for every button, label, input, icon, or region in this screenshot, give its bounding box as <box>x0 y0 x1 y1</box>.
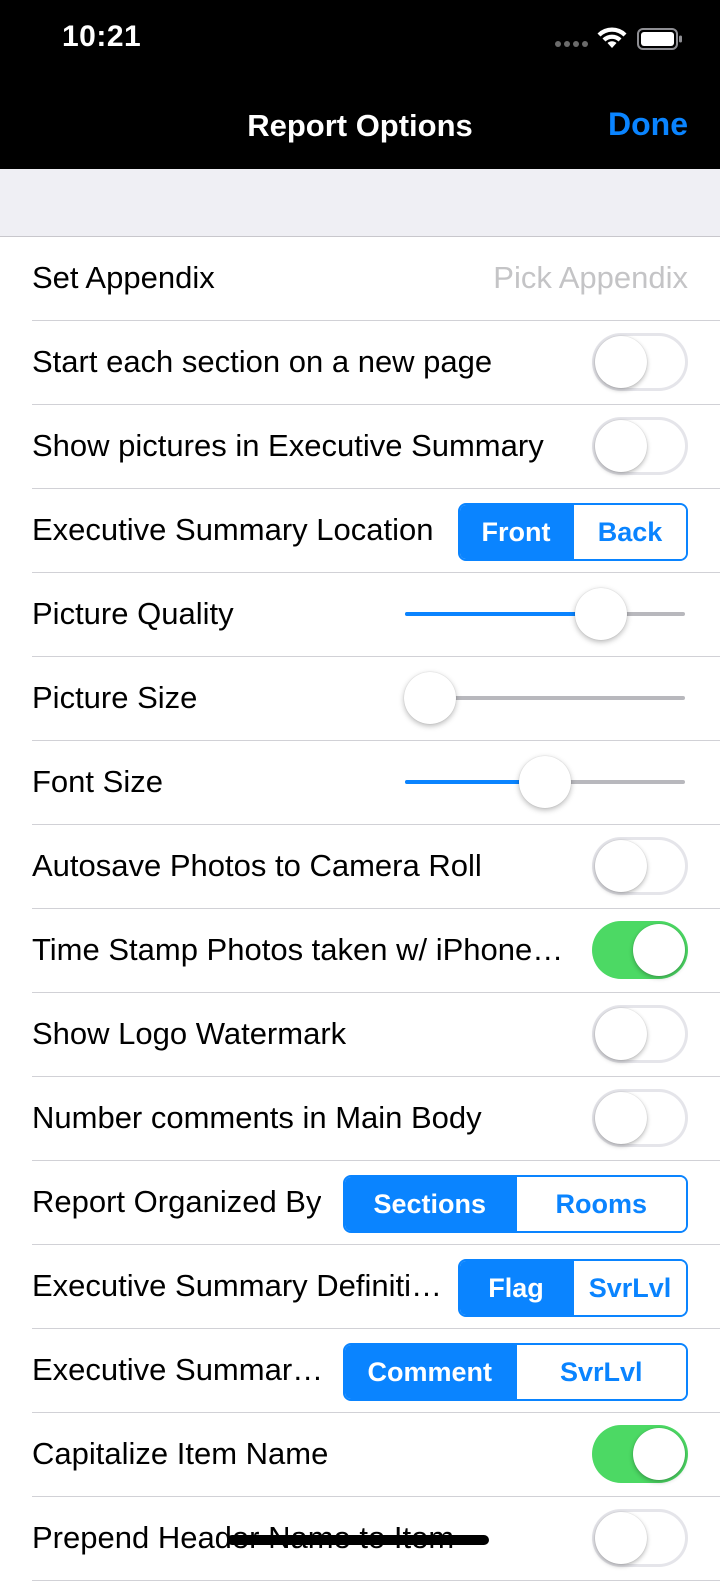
navigation-bar: Report Options Done <box>0 80 720 169</box>
option-label: Executive Summary Definiti… <box>32 1268 443 1303</box>
status-time: 10:21 <box>62 20 142 53</box>
toggle-knob <box>595 336 647 388</box>
appendix-value: Pick Appendix <box>493 260 688 295</box>
picture-size-slider[interactable] <box>404 672 685 724</box>
battery-icon <box>637 28 682 50</box>
option-row-exec-summary-definition: Executive Summary Definiti… Flag SvrLvl <box>0 1245 720 1329</box>
option-row-picture-quality: Picture Quality <box>0 573 720 657</box>
option-row-time-stamp-photos: Time Stamp Photos taken w/ iPhone… <box>0 909 720 993</box>
slider-thumb[interactable] <box>519 756 571 808</box>
option-label: Capitalize Item Name <box>32 1436 329 1471</box>
home-indicator <box>227 1535 489 1545</box>
capitalize-item-name-toggle[interactable] <box>592 1425 688 1483</box>
section-spacer <box>0 169 720 237</box>
toggle-knob <box>633 1428 685 1480</box>
option-label: Set Appendix <box>32 260 215 295</box>
option-row-exec-summary-location: Executive Summary Location Front Back <box>0 489 720 573</box>
autosave-camera-roll-toggle[interactable] <box>592 837 688 895</box>
option-label: Report Organized By <box>32 1184 322 1219</box>
toggle-knob <box>595 1008 647 1060</box>
option-label: Show Logo Watermark <box>32 1016 347 1051</box>
option-row-autosave-camera-roll: Autosave Photos to Camera Roll <box>0 825 720 909</box>
option-row-show-pictures-exec-summary: Show pictures in Executive Summary <box>0 405 720 489</box>
option-label: Executive Summary Location <box>32 512 434 547</box>
option-row-number-comments-main-body: Number comments in Main Body <box>0 1077 720 1161</box>
segment-svrlvl[interactable]: SvrLvl <box>572 1261 686 1315</box>
option-label: Time Stamp Photos taken w/ iPhone… <box>32 932 564 967</box>
option-label: Picture Size <box>32 680 198 715</box>
option-label: Autosave Photos to Camera Roll <box>32 848 482 883</box>
option-label: Picture Quality <box>32 596 234 631</box>
option-row-set-appendix[interactable]: Set Appendix Pick Appendix <box>0 237 720 321</box>
option-row-start-section-new-page: Start each section on a new page <box>0 321 720 405</box>
option-row-exec-summary-other: Executive Summar… Comment SvrLvl <box>0 1329 720 1413</box>
option-row-picture-size: Picture Size <box>0 657 720 741</box>
option-row-font-size: Font Size <box>0 741 720 825</box>
option-label: Executive Summar… <box>32 1352 324 1387</box>
option-label: Show pictures in Executive Summary <box>32 428 544 463</box>
exec-summary-definition-segmented-control: Flag SvrLvl <box>458 1259 688 1317</box>
status-bar: 10:21 <box>0 0 720 80</box>
picture-quality-slider[interactable] <box>405 588 685 640</box>
segment-comment[interactable]: Comment <box>345 1345 515 1399</box>
segment-flag[interactable]: Flag <box>460 1261 572 1315</box>
segment-svrlvl[interactable]: SvrLvl <box>514 1345 686 1399</box>
toggle-knob <box>595 420 647 472</box>
option-label: Number comments in Main Body <box>32 1100 482 1135</box>
font-size-slider[interactable] <box>405 756 685 808</box>
wifi-icon <box>597 27 627 48</box>
toggle-knob <box>595 1092 647 1144</box>
slider-thumb[interactable] <box>404 672 457 724</box>
show-pictures-exec-summary-toggle[interactable] <box>592 417 688 475</box>
options-list: Set Appendix Pick Appendix Start each sect… <box>0 237 720 1581</box>
done-button[interactable]: Done <box>608 106 688 143</box>
segment-rooms[interactable]: Rooms <box>514 1177 686 1231</box>
option-row-report-organized-by: Report Organized By Sections Rooms <box>0 1161 720 1245</box>
toggle-knob <box>595 1512 647 1564</box>
segment-sections[interactable]: Sections <box>345 1177 515 1231</box>
time-stamp-photos-toggle[interactable] <box>592 921 688 979</box>
option-row-show-logo-watermark: Show Logo Watermark <box>0 993 720 1077</box>
cellular-signal-icon <box>555 41 589 47</box>
toggle-knob <box>595 840 647 892</box>
slider-fill <box>405 612 601 616</box>
segment-back[interactable]: Back <box>572 505 686 559</box>
prepend-header-name-toggle[interactable] <box>592 1509 688 1567</box>
option-label: Start each section on a new page <box>32 344 493 379</box>
segment-front[interactable]: Front <box>460 505 572 559</box>
exec-summary-other-segmented-control: Comment SvrLvl <box>343 1343 688 1401</box>
start-section-new-page-toggle[interactable] <box>592 333 688 391</box>
exec-summary-location-segmented-control: Front Back <box>458 503 688 561</box>
option-row-capitalize-item-name: Capitalize Item Name <box>0 1413 720 1497</box>
report-organized-by-segmented-control: Sections Rooms <box>343 1175 688 1233</box>
show-logo-watermark-toggle[interactable] <box>592 1005 688 1063</box>
toggle-knob <box>633 924 685 976</box>
option-label: Font Size <box>32 764 163 799</box>
number-comments-main-body-toggle[interactable] <box>592 1089 688 1147</box>
slider-thumb[interactable] <box>575 588 627 640</box>
